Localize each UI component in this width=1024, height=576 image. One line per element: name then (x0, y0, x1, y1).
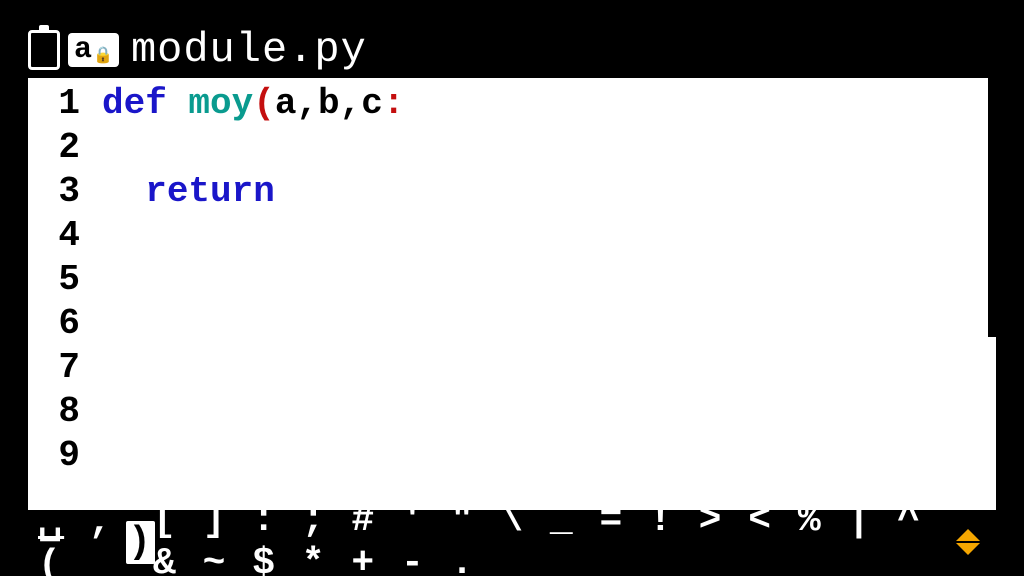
chevron-down-icon[interactable] (956, 543, 980, 555)
lock-icon: 🔒 (93, 48, 113, 64)
line-number: 2 (28, 126, 80, 170)
code-editor[interactable]: 1 2 3 4 5 6 7 8 9 def moy(a,b,c: return (28, 78, 996, 510)
code-line[interactable] (102, 390, 996, 434)
line-number: 5 (28, 258, 80, 302)
code-line[interactable] (102, 214, 996, 258)
code-line[interactable] (102, 126, 996, 170)
code-line[interactable] (102, 302, 996, 346)
code-line[interactable] (102, 434, 996, 478)
line-number: 7 (28, 346, 80, 390)
line-number: 3 (28, 170, 80, 214)
code-line[interactable]: def moy(a,b,c: (102, 82, 996, 126)
line-number: 4 (28, 214, 80, 258)
code-area[interactable]: def moy(a,b,c: return (94, 78, 996, 510)
symbol-selected[interactable]: ) (126, 521, 155, 564)
code-line[interactable] (102, 346, 996, 390)
chevron-up-icon[interactable] (956, 529, 980, 541)
symbol-picker[interactable]: ␣ , ( )[ ] : ; # ' " \ _ = ! > < % | ^ &… (28, 518, 996, 566)
symbols-before[interactable]: ␣ , ( (38, 497, 128, 576)
code-line[interactable] (102, 258, 996, 302)
scroll-spinner[interactable] (956, 529, 986, 555)
alpha-lock-badge: a🔒 (68, 33, 119, 67)
line-number: 6 (28, 302, 80, 346)
alpha-label: a (74, 35, 92, 65)
line-gutter: 1 2 3 4 5 6 7 8 9 (28, 78, 94, 510)
code-line[interactable]: return (102, 170, 996, 214)
calculator-screen: a🔒 module.py 1 2 3 4 5 6 7 8 9 def moy(a… (0, 0, 1024, 576)
line-number: 9 (28, 434, 80, 478)
battery-icon (28, 30, 60, 70)
title-bar: a🔒 module.py (28, 24, 996, 76)
filename: module.py (131, 26, 367, 74)
line-number: 8 (28, 390, 80, 434)
line-number: 1 (28, 82, 80, 126)
scrollbar[interactable] (988, 78, 996, 337)
symbols-after[interactable]: [ ] : ; # ' " \ _ = ! > < % | ^ & ~ $ * … (153, 499, 956, 576)
